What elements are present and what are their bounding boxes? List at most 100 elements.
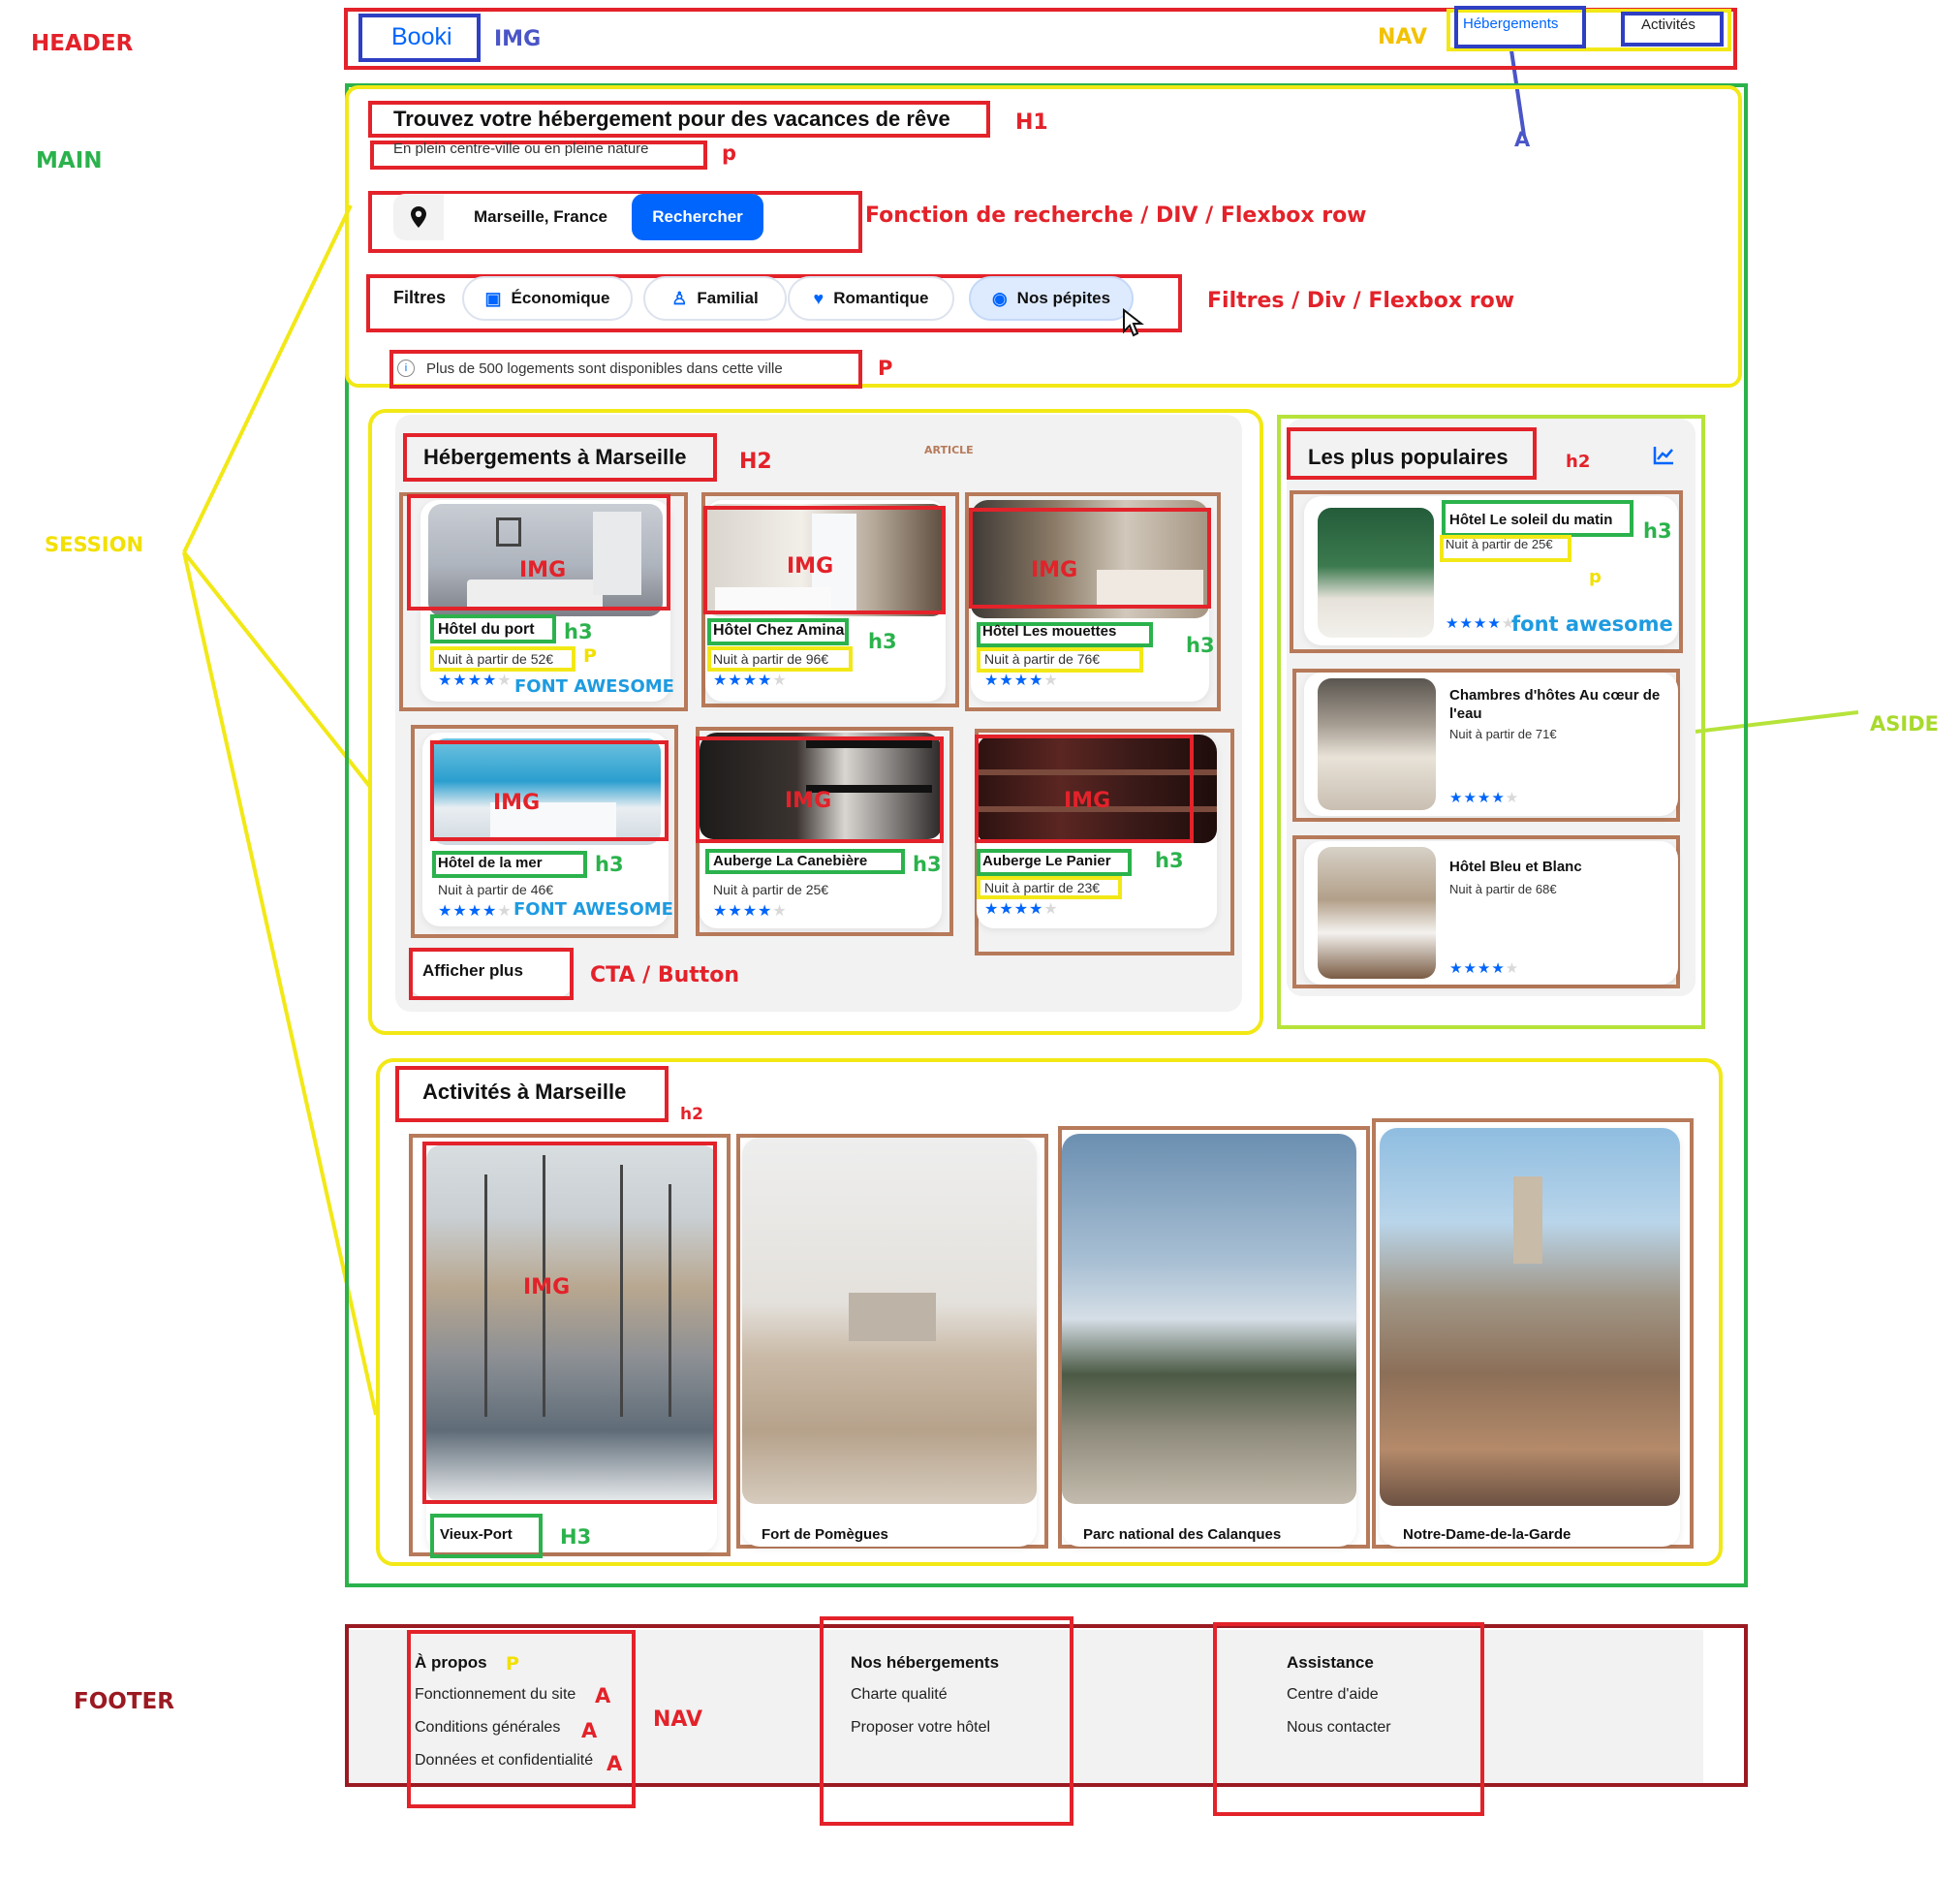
popular-name-text: Chambres d'hôtes Au cœur de l'eau [1449,687,1661,722]
filter-economic-label: Économique [511,289,610,307]
lodging-name: Auberge Le Panier [982,853,1111,869]
search-bar: Marseille, France Rechercher [393,194,763,240]
chart-line-icon [1653,447,1673,465]
img-annotation: IMG [523,1275,571,1300]
img-outline [422,1142,717,1504]
h3-annotation: h3 [564,620,593,643]
filter-family[interactable]: ♙ Familial [643,276,787,321]
mouse-cursor-icon [1123,308,1144,337]
filter-gems[interactable]: ◉ Nos pépites [969,276,1134,321]
activity-photo [742,1138,1037,1504]
font-awesome-annotation: font awesome [1511,612,1673,636]
activity-card[interactable] [742,1138,1037,1547]
filter-romantic[interactable]: ♥ Romantique [788,276,954,321]
popular-photo [1318,847,1436,979]
h3-annotation: h3 [1186,634,1215,657]
activity-photo [1380,1128,1680,1506]
img-annotation: IMG [1064,789,1111,813]
show-more-button[interactable]: Afficher plus [422,961,523,981]
popular-price: Nuit à partir de 25€ [1446,537,1553,551]
filter-gems-label: Nos pépites [1016,289,1111,307]
h3-annotation: h3 [1155,849,1184,872]
nav-annotation: NAV [1378,25,1427,49]
info-text: Plus de 500 logements sont disponibles d… [426,360,783,377]
p-annotation: p [722,141,737,165]
rating-stars: ★★★★★ [1449,959,1520,977]
money-icon: ▣ [484,288,502,308]
heart-icon: ♥ [813,288,824,308]
lodging-price: Nuit à partir de 23€ [984,880,1101,895]
popular-photo [1318,508,1434,638]
popular-name: Chambres d'hôtes Au cœur de l'eau [1449,686,1670,723]
nav-annotation: NAV [653,1707,702,1732]
a-annotation: A [595,1684,611,1707]
footer-link[interactable]: Centre d'aide [1287,1686,1379,1704]
rating-stars: ★★★★★ [984,899,1059,918]
lodging-name: Hôtel Les mouettes [982,623,1117,640]
search-input[interactable]: Marseille, France [444,194,638,240]
img-annotation: IMG [785,789,832,813]
rating-stars: ★★★★★ [713,901,788,920]
h2-annotation: h2 [680,1105,703,1124]
popular-name: Hôtel Bleu et Blanc [1449,859,1582,875]
article-annotation: ARTICLE [924,444,974,456]
filter-romantic-label: Romantique [833,289,929,307]
h3-annotation: h3 [595,853,624,876]
footer-link[interactable]: Données et confidentialité [415,1752,593,1769]
footer-link[interactable]: Conditions générales [415,1719,560,1737]
activity-card[interactable] [1380,1128,1680,1547]
p-annotation: P [583,645,597,667]
activity-name: Parc national des Calanques [1083,1526,1282,1543]
p-annotation-2: P [878,357,893,380]
img-annotation: IMG [494,27,542,51]
nav-link-lodgings[interactable]: Hébergements [1463,16,1558,32]
p-annotation: p [1589,567,1602,587]
page-title: Trouvez votre hébergement pour des vacan… [393,107,950,131]
img-annotation: IMG [787,554,834,579]
h3-annotation: h3 [913,853,942,876]
rating-stars: ★★★★★ [1446,614,1516,632]
p-annotation: P [506,1653,519,1675]
footer-link[interactable]: Fonctionnement du site [415,1686,576,1704]
h2-annotation: h2 [1566,452,1591,472]
img-outline [969,508,1211,609]
lodging-name: Hôtel Chez Amina [713,622,845,639]
filter-family-label: Familial [697,289,759,307]
footer-col-title: Assistance [1287,1653,1374,1672]
logo[interactable]: Booki [391,23,452,51]
rating-stars: ★★★★★ [438,671,513,689]
page-subtitle: En plein centre-ville ou en pleine natur… [393,141,649,157]
img-annotation: IMG [519,558,567,582]
a-annotation: A [607,1752,623,1775]
img-outline [407,494,670,611]
rating-stars: ★★★★★ [713,671,788,689]
rating-stars: ★★★★★ [1449,789,1520,806]
font-awesome-annotation: FONT AWESOME [514,676,674,697]
search-button[interactable]: Rechercher [632,194,763,240]
h1-annotation: H1 [1015,110,1048,135]
popular-price: Nuit à partir de 71€ [1449,727,1557,741]
location-pin-icon [393,194,444,240]
nav-link-activities[interactable]: Activités [1641,16,1696,33]
activity-name: Fort de Pomègues [762,1526,888,1543]
info-icon: i [397,360,415,377]
filter-economic[interactable]: ▣ Économique [462,276,633,321]
lodging-name: Hôtel de la mer [438,855,543,871]
footer-link[interactable]: Charte qualité [851,1686,948,1704]
footer-link[interactable]: Proposer votre hôtel [851,1719,990,1737]
popular-name: Hôtel Le soleil du matin [1449,512,1613,528]
font-awesome-annotation: FONT AWESOME [513,899,673,920]
activity-name: Vieux-Port [440,1526,513,1543]
footer-link[interactable]: Nous contacter [1287,1719,1391,1737]
rating-stars: ★★★★★ [984,671,1059,689]
footer-col-title: À propos [415,1653,487,1672]
lodgings-title: Hébergements à Marseille [423,445,687,469]
lodging-price: Nuit à partir de 25€ [713,882,829,897]
a-annotation: A [581,1719,598,1742]
lodging-name: Auberge La Canebière [713,853,868,869]
activity-card[interactable] [1062,1134,1356,1547]
h3-annotation: h3 [1643,519,1672,543]
fire-icon: ◉ [991,288,1008,308]
h3-annotation: H3 [560,1525,592,1549]
basilica-shape [1513,1176,1542,1264]
